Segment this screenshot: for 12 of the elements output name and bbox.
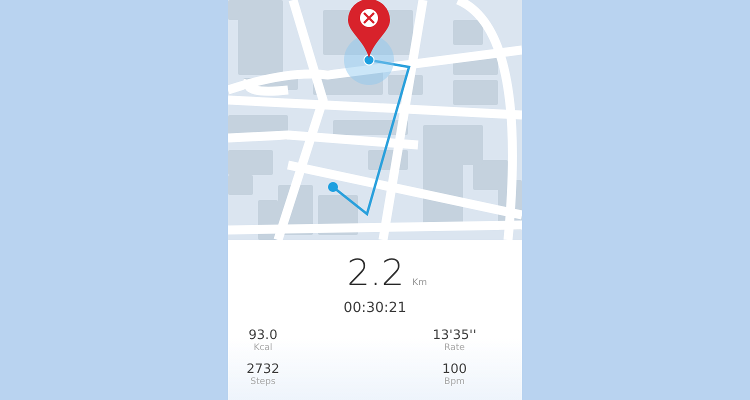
- start-dot: [328, 182, 338, 192]
- stat-value: 100: [442, 362, 467, 377]
- stat-value: 2732: [246, 362, 280, 377]
- stat-value: 93.0: [248, 328, 278, 343]
- stat-label: Kcal: [254, 343, 272, 354]
- stat-label: Bpm: [444, 377, 465, 388]
- stat-label: Steps: [250, 377, 276, 388]
- stat-label: Rate: [444, 343, 465, 354]
- stat-value: 13'35'': [432, 328, 476, 343]
- duration-value: 00:30:21: [344, 300, 406, 316]
- distance-value: 2.2: [347, 254, 404, 294]
- distance-unit: Km: [412, 278, 427, 288]
